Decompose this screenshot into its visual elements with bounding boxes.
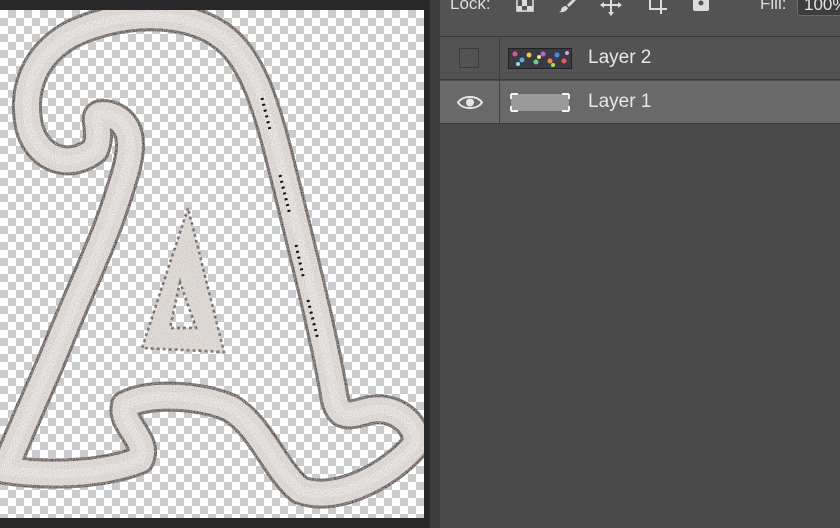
lock-all-icon[interactable]	[690, 0, 712, 16]
layers-panel: Lock: Fill: 100%	[440, 0, 840, 528]
lock-position-icon[interactable]	[600, 0, 622, 16]
document-canvas-area[interactable]	[0, 0, 430, 528]
fill-label: Fill:	[760, 0, 787, 13]
colorful-texture-thumbnail	[508, 48, 572, 69]
visibility-off-box	[459, 48, 479, 68]
layer-name[interactable]: Layer 1	[588, 91, 651, 113]
lock-label: Lock:	[450, 0, 491, 13]
letter-a-thumbnail	[510, 93, 570, 112]
letter-a-artwork	[0, 10, 424, 509]
eye-icon	[456, 95, 484, 110]
visibility-toggle[interactable]	[440, 37, 500, 80]
layer-name[interactable]: Layer 2	[588, 47, 651, 69]
prevent-autonest-icon[interactable]	[645, 0, 667, 16]
lock-transparent-pixels-icon[interactable]	[514, 0, 536, 16]
document-canvas[interactable]	[0, 10, 424, 518]
layer-row-layer-1[interactable]: Layer 1	[440, 81, 840, 124]
lock-image-pixels-icon[interactable]	[558, 0, 580, 16]
layer-row-layer-2[interactable]: Layer 2	[440, 37, 840, 80]
visibility-toggle[interactable]	[440, 81, 500, 124]
fill-input[interactable]: 100%	[797, 0, 840, 16]
panel-divider[interactable]	[430, 0, 440, 528]
lock-bar: Lock: Fill: 100%	[440, 0, 840, 37]
